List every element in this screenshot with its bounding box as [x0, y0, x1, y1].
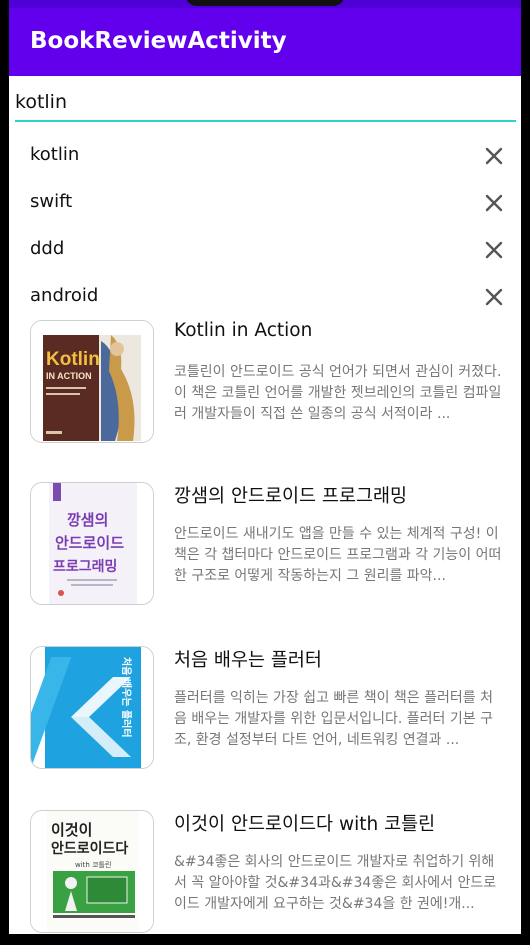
book-description: 안드로이드 새내기도 앱을 만들 수 있는 체계적 구성! 이 책은 각 챕터마…	[174, 526, 502, 584]
history-item[interactable]: swift	[9, 179, 521, 226]
close-icon	[485, 147, 503, 165]
history-item[interactable]: android	[9, 273, 521, 320]
close-icon	[485, 241, 503, 259]
history-keyword[interactable]: swift	[30, 191, 72, 212]
book-cover-art: 이것이 안드로이드다 with 코틀린	[31, 811, 153, 932]
search-history-list: kotlin swift ddd android	[9, 132, 521, 320]
book-cover: Kotlin IN ACTION	[30, 320, 154, 443]
book-item[interactable]: Kotlin IN ACTION Kotlin in Action 코틀린이 안…	[9, 320, 521, 450]
book-cover-art: 깡샘의 안드로이드 프로그래밍	[31, 483, 153, 604]
app-bar: BookReviewActivity	[9, 8, 521, 76]
delete-history-button[interactable]	[479, 141, 509, 171]
cover-text: Kotlin	[46, 349, 100, 370]
delete-history-button[interactable]	[479, 235, 509, 265]
book-cover-art: Kotlin IN ACTION	[31, 321, 153, 442]
cover-text: 안드로이드	[55, 534, 124, 552]
book-cover: 깡샘의 안드로이드 프로그래밍	[30, 482, 154, 605]
device-bottom-edge	[0, 934, 530, 945]
book-cover: 이것이 안드로이드다 with 코틀린	[30, 810, 154, 933]
book-item[interactable]: 깡샘의 안드로이드 프로그래밍 깡샘의 안드로이드 프로그래밍 안드로이드 새내…	[9, 482, 521, 612]
book-title: Kotlin in Action	[174, 320, 313, 341]
history-item[interactable]: kotlin	[9, 132, 521, 179]
book-title: 이것이 안드로이드다 with 코틀린	[174, 814, 436, 835]
close-icon	[485, 194, 503, 212]
cover-text: 처음 배우는 플러터	[120, 657, 133, 738]
book-title: 깡샘의 안드로이드 프로그래밍	[174, 486, 408, 507]
cover-text: 이것이	[51, 821, 92, 839]
book-cover-art: 처음 배우는 플러터	[31, 647, 153, 768]
book-cover: 처음 배우는 플러터	[30, 646, 154, 769]
history-keyword[interactable]: ddd	[30, 238, 64, 259]
camera-notch	[185, 0, 345, 6]
cover-text: 깡샘의	[67, 511, 108, 529]
cover-text: IN ACTION	[46, 371, 92, 381]
delete-history-button[interactable]	[479, 282, 509, 312]
app-title: BookReviewActivity	[30, 28, 287, 54]
book-item[interactable]: 처음 배우는 플러터 처음 배우는 플러터 플러터를 익히는 가장 쉽고 빠른 …	[9, 646, 521, 776]
book-title: 처음 배우는 플러터	[174, 650, 322, 671]
close-icon	[485, 288, 503, 306]
search-input[interactable]	[15, 84, 516, 122]
history-keyword[interactable]: android	[30, 285, 98, 306]
cover-text: with 코틀린	[75, 860, 111, 869]
history-keyword[interactable]: kotlin	[30, 144, 79, 165]
book-description: 코틀린이 안드로이드 공식 언어가 되면서 관심이 커졌다. 이 책은 코틀린 …	[174, 364, 502, 422]
cover-text: 안드로이드다	[51, 840, 128, 857]
book-item[interactable]: 이것이 안드로이드다 with 코틀린 이것이 안드로이드다 with 코틀린 …	[9, 810, 521, 940]
app-screen: BookReviewActivity kotlin swift ddd	[9, 0, 521, 945]
cover-text: 프로그래밍	[53, 558, 117, 575]
book-description: &#34좋은 회사의 안드로이드 개발자로 취업하기 위해서 꼭 알아야할 것&…	[174, 854, 497, 912]
book-description: 플러터를 익히는 가장 쉽고 빠른 책이 책은 플러터를 처음 배우는 개발자를…	[174, 690, 493, 748]
device-frame: BookReviewActivity kotlin swift ddd	[0, 0, 530, 945]
history-item[interactable]: ddd	[9, 226, 521, 273]
delete-history-button[interactable]	[479, 188, 509, 218]
